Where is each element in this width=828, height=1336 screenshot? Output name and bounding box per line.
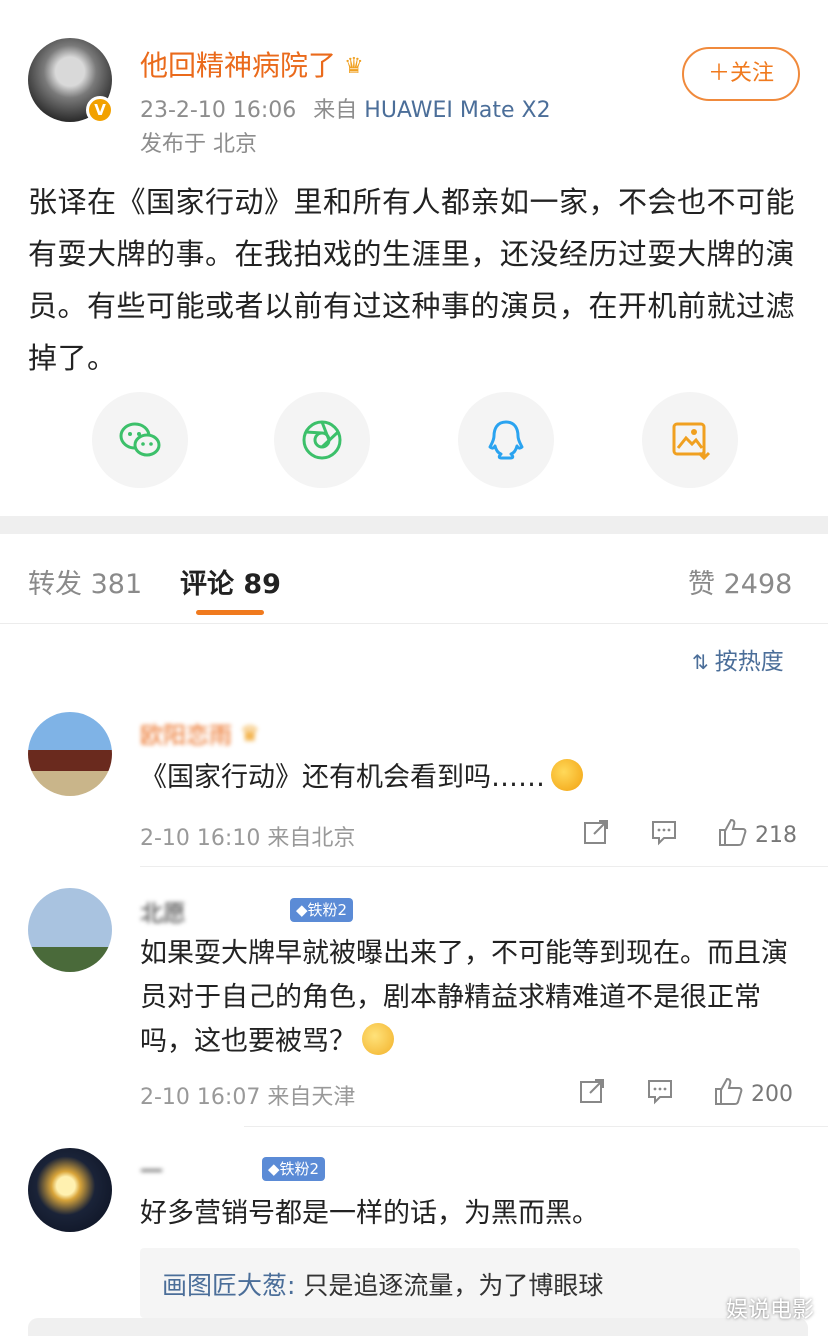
comment-username[interactable]: 一	[140, 1152, 163, 1186]
moments-icon	[302, 420, 342, 460]
verified-badge: V	[86, 96, 114, 124]
emoji-icon	[362, 1023, 394, 1055]
repost-comment-button[interactable]	[582, 818, 610, 846]
comment-username[interactable]: 欧阳恋雨 ♛	[140, 716, 260, 750]
comment-text-body: 《国家行动》还有机会看到吗……	[140, 762, 545, 793]
comment-meta: 2-10 16:07 来自天津	[140, 1085, 356, 1110]
qq-icon	[488, 420, 524, 460]
comment-text: 《国家行动》还有机会看到吗……	[140, 756, 800, 800]
post-meta: 23-2-10 16:06 来自 HUAWEI Mate X2	[140, 92, 551, 124]
tab-likes[interactable]: 赞 2498	[688, 562, 792, 601]
watermark: 娱说电影	[725, 1298, 814, 1323]
comment-icon	[652, 821, 676, 846]
fan-badge-label: 铁粉2	[279, 1160, 320, 1178]
follow-button[interactable]: ＋关注	[682, 47, 800, 101]
fan-badge: ◆铁粉2	[290, 898, 354, 922]
thumbs-up-icon	[719, 818, 747, 846]
post-username[interactable]: 他回精神病院了 ♛	[140, 44, 364, 84]
tab-repost[interactable]: 转发 381	[28, 562, 142, 601]
emoji-icon	[551, 759, 583, 791]
like-count: 200	[751, 1082, 793, 1107]
sort-icon: ⇅	[692, 650, 709, 674]
comment-username-text[interactable]: 欧阳恋雨	[140, 723, 232, 749]
like-comment-button[interactable]: 200	[712, 1075, 793, 1107]
fan-badge-label: 铁粉2	[307, 901, 348, 919]
diamond-icon: ◆	[296, 901, 308, 919]
post-text: 张译在《国家行动》里和所有人都亲如一家，不会也不可能有耍大牌的事。在我拍戏的生涯…	[28, 185, 796, 375]
sort-button[interactable]: ⇅ 按热度	[692, 642, 784, 676]
comment-text-body: 如果耍大牌早就被曝出来了，不可能等到现在。而且演员对于自己的角色，剧本静精益求精…	[140, 938, 788, 1057]
repost-icon	[584, 820, 608, 844]
comment-username[interactable]: 北愿	[140, 894, 186, 928]
diamond-icon: ◆	[268, 1160, 280, 1178]
save-image-icon	[672, 422, 711, 461]
comment-divider	[244, 1126, 828, 1127]
crown-icon: ♛	[240, 722, 260, 747]
like-comment-button[interactable]: 218	[716, 816, 797, 848]
reply-comment-button[interactable]	[646, 1077, 674, 1105]
post-device[interactable]: HUAWEI Mate X2	[364, 98, 550, 123]
comment-avatar[interactable]	[28, 712, 112, 796]
share-qq-button[interactable]	[458, 392, 554, 488]
repost-icon	[580, 1079, 604, 1103]
repost-comment-button[interactable]	[578, 1077, 606, 1105]
comment-avatar[interactable]	[28, 888, 112, 972]
post-card: V 他回精神病院了 ♛ 23-2-10 16:06 来自 HUAWEI Mate …	[0, 0, 828, 516]
post-timestamp: 23-2-10 16:06	[140, 98, 297, 123]
reply-body: 只是追逐流量，为了博眼球	[295, 1271, 604, 1300]
share-wechat-button[interactable]	[92, 392, 188, 488]
reply-username[interactable]: 画图匠大葱:	[162, 1271, 295, 1300]
comment-text: 好多营销号都是一样的话，为黑而黑。	[140, 1198, 599, 1229]
tab-comments[interactable]: 评论 89	[180, 562, 281, 601]
section-gap	[0, 516, 828, 534]
tab-bar: 转发 381 评论 89 赞 2498	[0, 534, 828, 624]
tab-active-indicator	[196, 610, 264, 615]
reply-text: 画图匠大葱: 只是追逐流量，为了博眼球	[162, 1266, 603, 1302]
crown-icon: ♛	[344, 54, 364, 79]
comment-divider	[140, 866, 828, 867]
save-image-button[interactable]	[642, 392, 738, 488]
share-moments-button[interactable]	[274, 392, 370, 488]
reply-preview[interactable]: 画图匠大葱: 只是追逐流量，为了博眼球	[140, 1248, 800, 1318]
comment-icon	[648, 1080, 672, 1105]
comment-meta: 2-10 16:10 来自北京	[140, 826, 356, 851]
post-username-text[interactable]: 他回精神病院了	[140, 49, 336, 82]
comment-avatar[interactable]	[28, 1148, 112, 1232]
sort-label: 按热度	[714, 649, 784, 675]
post-source-prefix: 来自	[313, 98, 358, 123]
fan-badge: ◆铁粉2	[262, 1157, 326, 1181]
reply-comment-button[interactable]	[650, 818, 678, 846]
comment-text: 如果耍大牌早就被曝出来了，不可能等到现在。而且演员对于自己的角色，剧本静精益求精…	[140, 932, 800, 1064]
bottom-card-edge	[28, 1318, 808, 1336]
post-location: 发布于 北京	[140, 132, 257, 157]
like-count: 218	[755, 823, 797, 848]
thumbs-up-icon	[715, 1077, 743, 1105]
wechat-icon	[119, 422, 161, 457]
